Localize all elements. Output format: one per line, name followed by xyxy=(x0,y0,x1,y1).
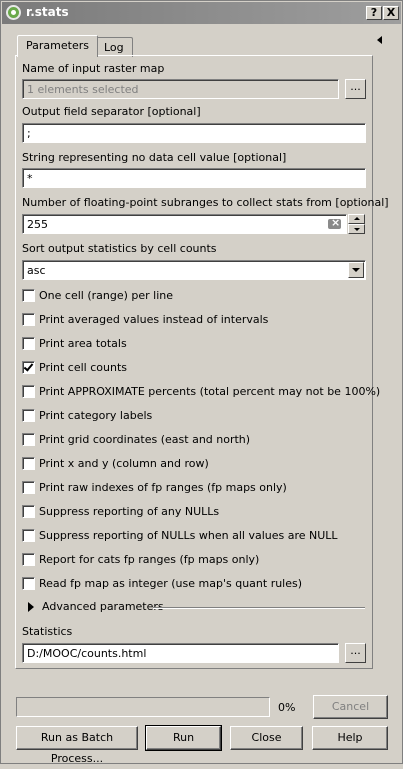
grass-app-icon xyxy=(6,5,21,20)
window-title: r.stats xyxy=(26,5,69,19)
statistics-browse-button[interactable]: ... xyxy=(345,643,366,663)
checkbox-label: Print area totals xyxy=(39,337,127,350)
checkbox[interactable] xyxy=(22,313,35,326)
advanced-parameters-toggle[interactable]: Advanced parameters xyxy=(42,600,164,613)
checkbox[interactable] xyxy=(22,457,35,470)
checkbox[interactable] xyxy=(22,289,35,302)
help-title-button[interactable]: ? xyxy=(366,6,382,20)
title-bar[interactable]: r.stats ? X xyxy=(2,2,401,24)
spin-down-icon[interactable] xyxy=(348,224,365,234)
run-batch-button[interactable]: Run as Batch Process... xyxy=(16,726,138,765)
checkbox[interactable] xyxy=(22,337,35,350)
tab-log[interactable]: Log xyxy=(95,37,133,57)
checkbox[interactable] xyxy=(22,409,35,422)
subranges-label: Number of floating-point subranges to co… xyxy=(22,196,389,209)
statistics-output-field[interactable]: D:/MOOC/counts.html xyxy=(22,643,339,663)
checkbox-label: Print APPROXIMATE percents (total percen… xyxy=(39,385,381,398)
collapse-arrow-icon[interactable] xyxy=(377,36,382,44)
tab-parameters[interactable]: Parameters xyxy=(17,35,98,57)
clear-icon[interactable] xyxy=(328,216,341,229)
checkbox-label: Suppress reporting of NULLs when all val… xyxy=(39,529,338,542)
checkbox[interactable] xyxy=(22,529,35,542)
checkbox-label: Report for cats fp ranges (fp maps only) xyxy=(39,553,260,566)
checkbox[interactable] xyxy=(22,433,35,446)
nodata-input[interactable]: * xyxy=(22,168,366,188)
input-raster-browse-button[interactable]: ... xyxy=(345,79,366,99)
subranges-spinbox[interactable]: 255 xyxy=(22,214,347,234)
checkbox[interactable] xyxy=(22,505,35,518)
separator-input[interactable]: ; xyxy=(22,123,366,143)
separator-label: Output field separator [optional] xyxy=(22,105,201,118)
checkbox[interactable] xyxy=(22,481,35,494)
checkbox-label: Print category labels xyxy=(39,409,153,422)
run-button[interactable]: Run xyxy=(145,725,222,751)
spin-up-icon[interactable] xyxy=(348,214,365,224)
checkbox-label: Print cell counts xyxy=(39,361,127,374)
sort-select[interactable]: asc xyxy=(22,260,366,280)
input-raster-label: Name of input raster map xyxy=(22,62,165,75)
separator-line xyxy=(153,607,365,609)
sort-label: Sort output statistics by cell counts xyxy=(22,242,217,255)
checkbox[interactable] xyxy=(22,553,35,566)
checkbox-label: Read fp map as integer (use map's quant … xyxy=(39,577,303,590)
checkbox[interactable] xyxy=(22,385,35,398)
checkbox-label: Print raw indexes of fp ranges (fp maps … xyxy=(39,481,287,494)
dialog-window: r.stats ? X Parameters Log Name of input… xyxy=(0,0,403,765)
subranges-stepper[interactable] xyxy=(348,214,365,234)
expand-arrow-icon[interactable] xyxy=(28,602,34,612)
checkbox-label: Suppress reporting of any NULLs xyxy=(39,505,220,518)
checkbox-label: Print averaged values instead of interva… xyxy=(39,313,269,326)
close-title-button[interactable]: X xyxy=(383,6,399,20)
checkbox-label: Print x and y (column and row) xyxy=(39,457,209,470)
help-button[interactable]: Help xyxy=(312,726,388,750)
cancel-button[interactable]: Cancel xyxy=(313,695,388,719)
statistics-label: Statistics xyxy=(22,625,73,638)
progress-bar xyxy=(16,697,270,717)
checkbox-label: Print grid coordinates (east and north) xyxy=(39,433,251,446)
chevron-down-icon[interactable] xyxy=(348,262,364,278)
close-button[interactable]: Close xyxy=(230,726,303,750)
input-raster-field[interactable]: 1 elements selected xyxy=(22,79,339,99)
checkbox-label: One cell (range) per line xyxy=(39,289,174,302)
progress-percent: 0% xyxy=(278,701,296,714)
checkbox[interactable] xyxy=(22,577,35,590)
nodata-label: String representing no data cell value [… xyxy=(22,151,287,164)
checkbox-checked[interactable] xyxy=(22,361,35,374)
